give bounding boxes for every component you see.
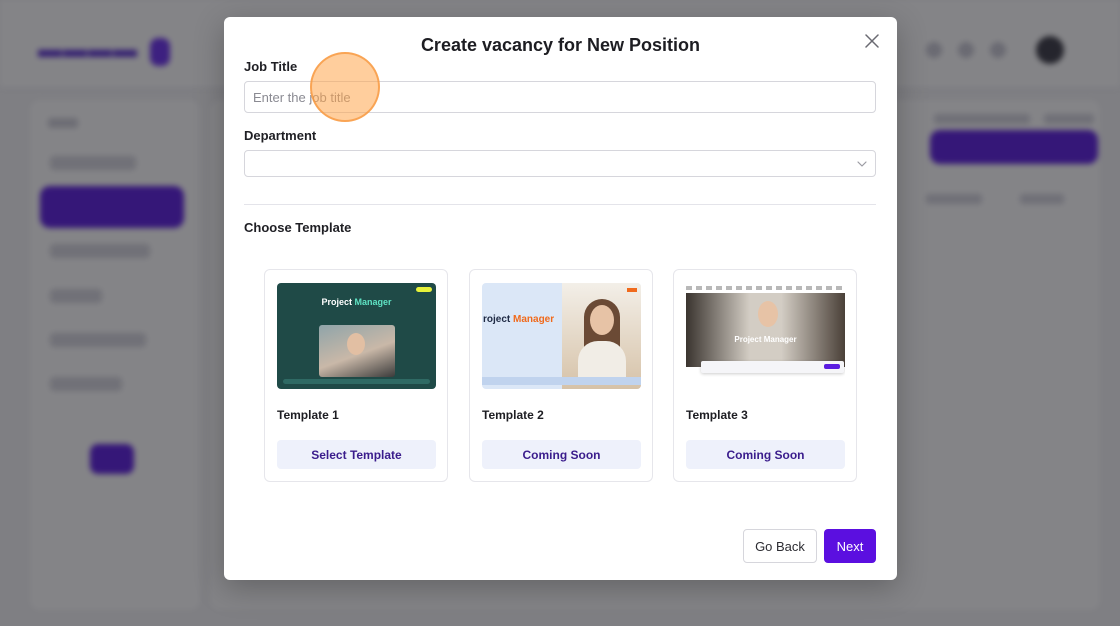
go-back-button[interactable]: Go Back: [743, 529, 817, 563]
thumbnail-person: [758, 301, 778, 327]
create-vacancy-modal: Create vacancy for New Position Job Titl…: [224, 17, 897, 580]
coming-soon-button[interactable]: Coming Soon: [482, 440, 641, 469]
choose-template-heading: Choose Template: [244, 220, 352, 235]
thumbnail-button: [824, 364, 840, 369]
chevron-down-icon: [857, 161, 867, 167]
close-button[interactable]: [862, 31, 882, 51]
template-card-1[interactable]: Project Manager Template 1 Select Templa…: [264, 269, 448, 482]
thumbnail-badge: [416, 287, 432, 292]
thumbnail-person: [347, 333, 365, 355]
department-label: Department: [244, 128, 317, 143]
template-1-thumbnail: Project Manager: [277, 283, 436, 389]
thumbnail-person: [590, 305, 614, 335]
job-title-label: Job Title: [244, 59, 298, 74]
thumbnail-person-body: [578, 341, 626, 381]
template-name: Template 2: [482, 408, 544, 422]
thumbnail-badge: [627, 288, 637, 292]
section-divider: [244, 204, 876, 205]
next-button[interactable]: Next: [824, 529, 876, 563]
thumbnail-footer-bar: [482, 377, 641, 385]
modal-title: Create vacancy for New Position: [420, 35, 701, 55]
department-select[interactable]: [244, 150, 876, 177]
coming-soon-button[interactable]: Coming Soon: [686, 440, 845, 469]
template-3-thumbnail: Project Manager: [686, 283, 845, 389]
thumbnail-footer-bar: [283, 379, 430, 384]
thumbnail-search-panel: [701, 361, 844, 373]
thumbnail-title: Project Manager: [321, 297, 392, 307]
template-card-2[interactable]: roject Manager Template 2 Coming Soon: [469, 269, 653, 482]
thumbnail-title: roject Manager: [483, 314, 555, 325]
template-name: Template 3: [686, 408, 748, 422]
template-name: Template 1: [277, 408, 339, 422]
thumbnail-title: Project Manager: [734, 335, 797, 344]
job-title-input[interactable]: [244, 81, 876, 113]
thumbnail-nav: [686, 286, 845, 290]
template-card-3[interactable]: Project Manager Template 3 Coming Soon: [673, 269, 857, 482]
template-2-thumbnail: roject Manager: [482, 283, 641, 389]
select-template-button[interactable]: Select Template: [277, 440, 436, 469]
close-icon: [865, 34, 879, 48]
